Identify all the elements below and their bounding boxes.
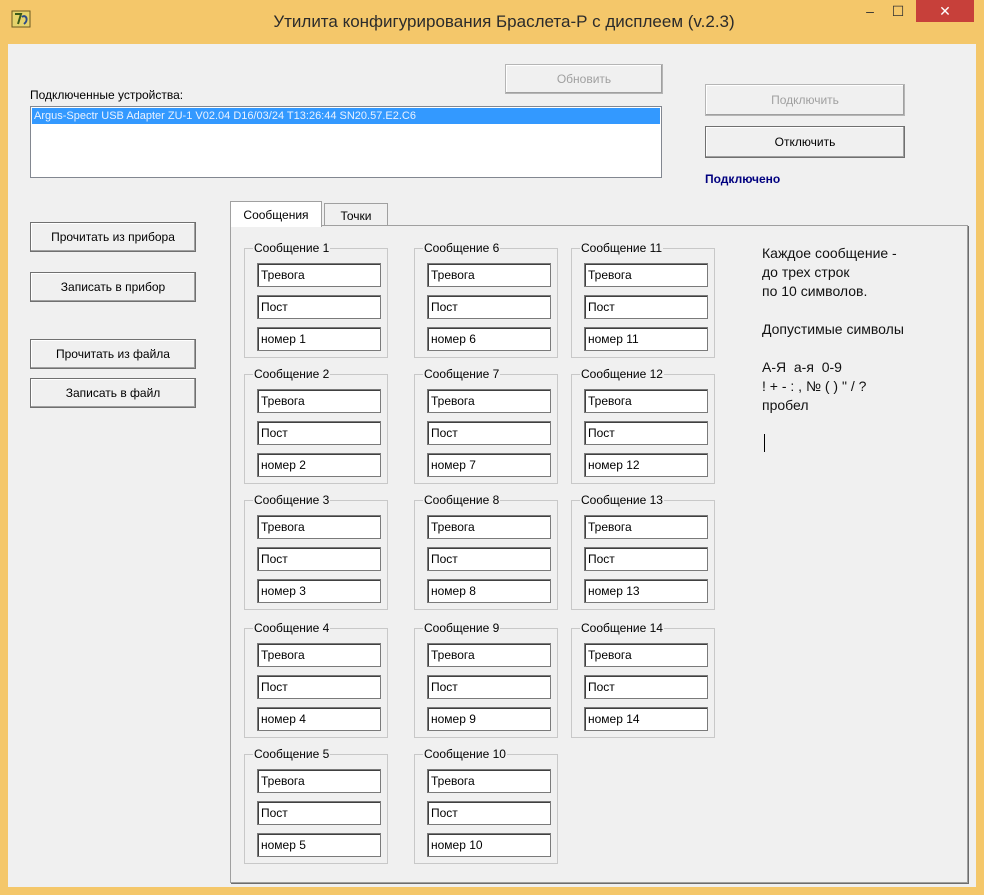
message-group-title: Сообщение 7 bbox=[423, 367, 501, 381]
tab-messages[interactable]: Сообщения bbox=[230, 201, 322, 227]
connection-status: Подключено bbox=[705, 172, 781, 186]
message-line-input[interactable]: номер 11 bbox=[584, 327, 708, 351]
message-line-input[interactable]: Тревога bbox=[427, 389, 551, 413]
message-line-input[interactable]: Пост bbox=[257, 801, 381, 825]
message-group-title: Сообщение 10 bbox=[423, 747, 507, 761]
message-group-title: Сообщение 1 bbox=[253, 241, 331, 255]
message-line-input[interactable]: Тревога bbox=[257, 389, 381, 413]
message-line-input[interactable]: Пост bbox=[427, 801, 551, 825]
message-line-input[interactable]: Пост bbox=[427, 421, 551, 445]
app-window: Утилита конфигурирования Браслета-Р с ди… bbox=[0, 0, 984, 895]
message-group-title: Сообщение 13 bbox=[580, 493, 664, 507]
message-line-input[interactable]: Тревога bbox=[584, 643, 708, 667]
write-device-button[interactable]: Записать в прибор bbox=[30, 272, 196, 302]
message-group-title: Сообщение 9 bbox=[423, 621, 501, 635]
message-group: Сообщение 5 Тревога Пост номер 5 bbox=[244, 747, 388, 864]
message-group-title: Сообщение 2 bbox=[253, 367, 331, 381]
title-bar[interactable]: Утилита конфигурирования Браслета-Р с ди… bbox=[0, 0, 984, 44]
message-group-title: Сообщение 11 bbox=[580, 241, 664, 255]
message-line-input[interactable]: номер 13 bbox=[584, 579, 708, 603]
message-line-input[interactable]: Пост bbox=[257, 547, 381, 571]
message-group: Сообщение 14 Тревога Пост номер 14 bbox=[571, 621, 715, 738]
message-line-input[interactable]: номер 9 bbox=[427, 707, 551, 731]
device-list[interactable]: Argus-Spectr USB Adapter ZU-1 V02.04 D16… bbox=[30, 106, 662, 178]
message-line-input[interactable]: Тревога bbox=[257, 769, 381, 793]
message-line-input[interactable]: номер 10 bbox=[427, 833, 551, 857]
message-line-input[interactable]: номер 3 bbox=[257, 579, 381, 603]
disconnect-button[interactable]: Отключить bbox=[705, 126, 905, 158]
minimize-button[interactable]: – bbox=[856, 0, 884, 22]
message-line-input[interactable]: номер 14 bbox=[584, 707, 708, 731]
message-line-input[interactable]: Пост bbox=[427, 675, 551, 699]
refresh-button[interactable]: Обновить bbox=[505, 64, 663, 94]
message-line-input[interactable]: Тревога bbox=[257, 263, 381, 287]
message-line-input[interactable]: Тревога bbox=[584, 515, 708, 539]
message-line-input[interactable]: Тревога bbox=[427, 263, 551, 287]
close-button[interactable]: ✕ bbox=[916, 0, 974, 22]
message-line-input[interactable]: Тревога bbox=[257, 643, 381, 667]
help-text: Каждое сообщение - до трех строк по 10 с… bbox=[762, 245, 904, 413]
message-line-input[interactable]: номер 6 bbox=[427, 327, 551, 351]
message-group: Сообщение 2 Тревога Пост номер 2 bbox=[244, 367, 388, 484]
message-line-input[interactable]: номер 12 bbox=[584, 453, 708, 477]
message-line-input[interactable]: Пост bbox=[427, 547, 551, 571]
message-group-title: Сообщение 8 bbox=[423, 493, 501, 507]
message-group: Сообщение 7 Тревога Пост номер 7 bbox=[414, 367, 558, 484]
message-group-title: Сообщение 14 bbox=[580, 621, 664, 635]
message-group: Сообщение 13 Тревога Пост номер 13 bbox=[571, 493, 715, 610]
message-line-input[interactable]: Пост bbox=[257, 421, 381, 445]
read-file-button[interactable]: Прочитать из файла bbox=[30, 339, 196, 369]
message-line-input[interactable]: номер 7 bbox=[427, 453, 551, 477]
message-line-input[interactable]: Пост bbox=[427, 295, 551, 319]
message-line-input[interactable]: Тревога bbox=[427, 515, 551, 539]
device-list-item[interactable]: Argus-Spectr USB Adapter ZU-1 V02.04 D16… bbox=[32, 108, 660, 124]
connect-button[interactable]: Подключить bbox=[705, 84, 905, 116]
message-line-input[interactable]: Тревога bbox=[427, 769, 551, 793]
devices-label: Подключенные устройства: bbox=[30, 88, 184, 102]
message-group: Сообщение 10 Тревога Пост номер 10 bbox=[414, 747, 558, 864]
message-group: Сообщение 4 Тревога Пост номер 4 bbox=[244, 621, 388, 738]
message-line-input[interactable]: номер 5 bbox=[257, 833, 381, 857]
message-line-input[interactable]: Пост bbox=[584, 295, 708, 319]
message-group: Сообщение 3 Тревога Пост номер 3 bbox=[244, 493, 388, 610]
read-device-button[interactable]: Прочитать из прибора bbox=[30, 222, 196, 252]
message-line-input[interactable]: Пост bbox=[584, 675, 708, 699]
message-line-input[interactable]: Пост bbox=[257, 295, 381, 319]
message-line-input[interactable]: Тревога bbox=[257, 515, 381, 539]
window-title: Утилита конфигурирования Браслета-Р с ди… bbox=[273, 12, 735, 31]
message-line-input[interactable]: Пост bbox=[584, 421, 708, 445]
write-file-button[interactable]: Записать в файл bbox=[30, 378, 196, 408]
message-line-input[interactable]: Пост bbox=[584, 547, 708, 571]
message-group-title: Сообщение 5 bbox=[253, 747, 331, 761]
message-group: Сообщение 6 Тревога Пост номер 6 bbox=[414, 241, 558, 358]
message-group-title: Сообщение 6 bbox=[423, 241, 501, 255]
message-line-input[interactable]: номер 4 bbox=[257, 707, 381, 731]
message-line-input[interactable]: Тревога bbox=[584, 389, 708, 413]
maximize-button[interactable]: ☐ bbox=[884, 0, 912, 22]
message-line-input[interactable]: Пост bbox=[257, 675, 381, 699]
message-group: Сообщение 9 Тревога Пост номер 9 bbox=[414, 621, 558, 738]
text-caret bbox=[764, 434, 765, 452]
message-group-title: Сообщение 12 bbox=[580, 367, 664, 381]
message-line-input[interactable]: номер 1 bbox=[257, 327, 381, 351]
message-group: Сообщение 11 Тревога Пост номер 11 bbox=[571, 241, 715, 358]
message-group: Сообщение 1 Тревога Пост номер 1 bbox=[244, 241, 388, 358]
tab-points[interactable]: Точки bbox=[324, 203, 388, 227]
message-line-input[interactable]: номер 8 bbox=[427, 579, 551, 603]
message-line-input[interactable]: Тревога bbox=[584, 263, 708, 287]
message-line-input[interactable]: Тревога bbox=[427, 643, 551, 667]
message-group: Сообщение 8 Тревога Пост номер 8 bbox=[414, 493, 558, 610]
message-group: Сообщение 12 Тревога Пост номер 12 bbox=[571, 367, 715, 484]
message-group-title: Сообщение 3 bbox=[253, 493, 331, 507]
message-line-input[interactable]: номер 2 bbox=[257, 453, 381, 477]
message-group-title: Сообщение 4 bbox=[253, 621, 331, 635]
